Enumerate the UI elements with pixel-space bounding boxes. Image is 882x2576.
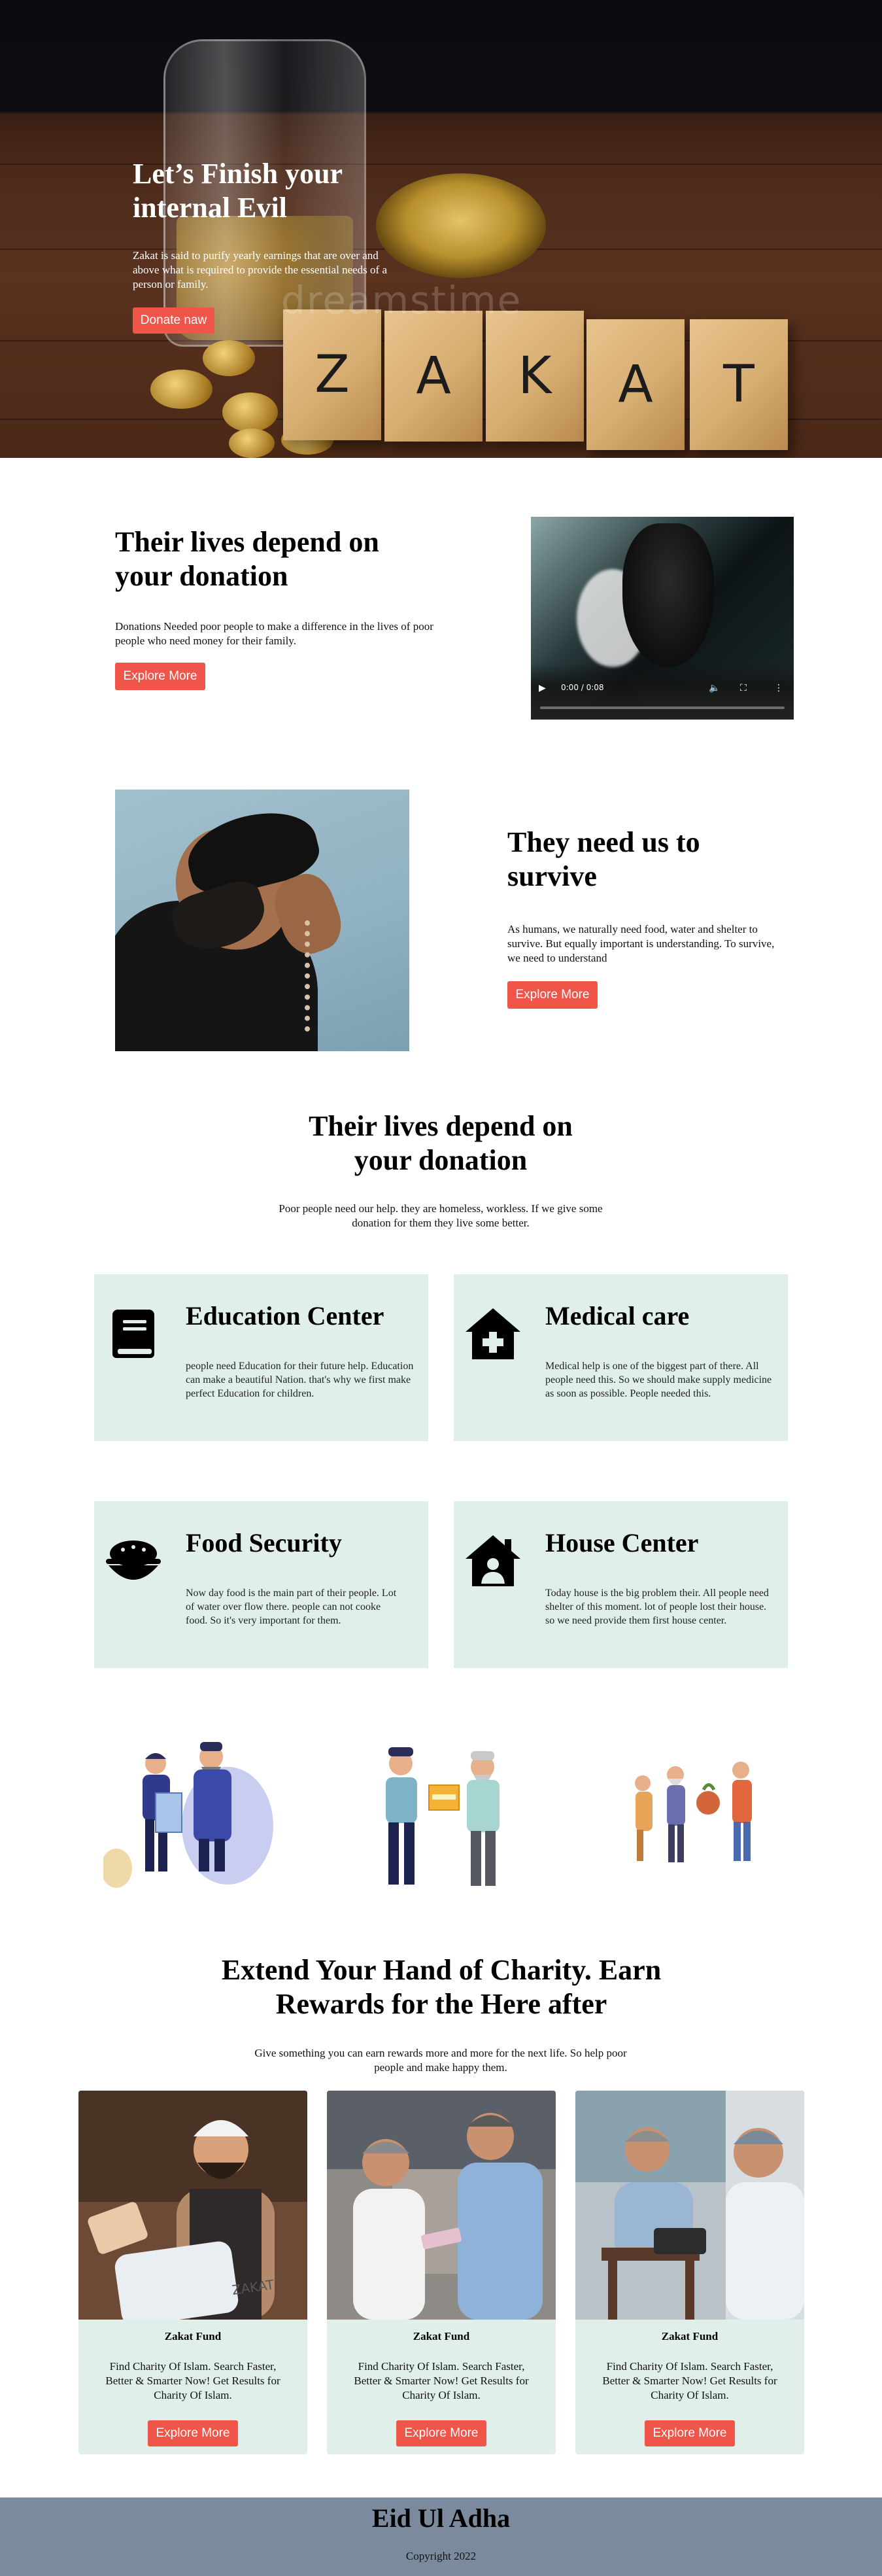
fund-card: ZAKAT Zakat Fund Find Charity Of Islam. …	[78, 2091, 307, 2454]
section-title: Their lives depend on your donation	[309, 1110, 573, 1176]
section-title: Extend Your Hand of Charity. Earn Reward…	[221, 1954, 662, 2020]
section-title: Their lives depend on your donation	[115, 526, 379, 592]
fund-photo	[575, 2091, 804, 2320]
food-bowl-icon	[103, 1534, 163, 1588]
section-title: They need us to survive	[507, 826, 700, 892]
fund-photo	[327, 2091, 556, 2320]
charity-illustration-2	[345, 1728, 536, 1913]
explore-more-button[interactable]: Explore More	[115, 663, 205, 690]
book-icon	[109, 1307, 158, 1361]
fullscreen-icon[interactable]: ⛶	[740, 683, 747, 693]
section-text: Give something you can earn rewards more…	[254, 2047, 627, 2074]
video-player[interactable]: ▶ 0:00 / 0:08 🔈 ⛶ ⋮	[531, 517, 794, 720]
explore-more-button[interactable]: Explore More	[645, 2420, 735, 2446]
video-time: 0:00 / 0:08	[561, 683, 604, 692]
card-title: Medical care	[545, 1301, 690, 1331]
card-title: Education Center	[186, 1301, 384, 1331]
fund-text: Find Charity Of Islam. Search Faster, Be…	[602, 2360, 777, 2401]
video-controls: ▶ 0:00 / 0:08 🔈 ⛶ ⋮	[531, 663, 794, 720]
fund-title: Zakat Fund	[661, 2330, 719, 2342]
wood-block: K	[486, 311, 584, 442]
section-text: Donations Needed poor people to make a d…	[115, 620, 433, 647]
wood-block: A	[384, 311, 483, 442]
jar-lid	[376, 173, 546, 278]
card-title: House Center	[545, 1528, 699, 1558]
card-text: Medical help is one of the biggest part …	[545, 1361, 772, 1399]
explore-more-button[interactable]: Explore More	[507, 981, 598, 1009]
fund-title: Zakat Fund	[413, 2330, 470, 2342]
card-title: Food Security	[186, 1528, 342, 1558]
fund-title: Zakat Fund	[164, 2330, 222, 2342]
house-user-icon	[463, 1534, 523, 1588]
copyright-text: Copyright 2022	[405, 2550, 477, 2562]
fund-card: Zakat Fund Find Charity Of Islam. Search…	[327, 2091, 556, 2454]
explore-more-button[interactable]: Explore More	[396, 2420, 486, 2446]
donate-button[interactable]: Donate naw	[133, 307, 214, 334]
play-icon[interactable]: ▶	[539, 683, 546, 693]
video-progress-track[interactable]	[540, 706, 785, 709]
service-card-food: Food Security Now day food is the main p…	[94, 1501, 428, 1668]
card-text: Today house is the big problem their. Al…	[545, 1588, 769, 1626]
service-card-education: Education Center people need Education f…	[94, 1274, 428, 1441]
hero-title: Let’s Finish your internal Evil	[133, 158, 343, 224]
wood-block: A	[586, 319, 685, 450]
service-card-medical: Medical care Medical help is one of the …	[454, 1274, 788, 1441]
fund-photo: ZAKAT	[78, 2091, 307, 2320]
wood-block: T	[690, 319, 788, 450]
section-text: As humans, we naturally need food, water…	[507, 923, 775, 964]
hero-banner: Z A K A T dreamstime Let’s Finish your i…	[0, 0, 882, 458]
more-options-icon[interactable]: ⋮	[774, 683, 783, 693]
fund-text: Find Charity Of Islam. Search Faster, Be…	[105, 2360, 280, 2401]
charity-illustration-3	[607, 1728, 783, 1891]
wood-block: Z	[283, 309, 381, 440]
footer: Eid Ul Adha Copyright 2022	[0, 2498, 882, 2576]
card-text: Now day food is the main part of their p…	[186, 1588, 397, 1626]
hero-description: Zakat is said to purify yearly earnings …	[133, 249, 387, 290]
section-text: Poor people need our help. they are home…	[279, 1202, 603, 1229]
explore-more-button[interactable]: Explore More	[148, 2420, 238, 2446]
medical-house-icon	[463, 1307, 523, 1361]
charity-illustration-1	[103, 1728, 280, 1891]
card-text: people need Education for their future h…	[186, 1361, 414, 1399]
praying-man-image	[115, 790, 409, 1051]
service-card-house: House Center Today house is the big prob…	[454, 1501, 788, 1668]
footer-title: Eid Ul Adha	[371, 2503, 511, 2533]
fund-card: Zakat Fund Find Charity Of Islam. Search…	[575, 2091, 804, 2454]
fund-text: Find Charity Of Islam. Search Faster, Be…	[354, 2360, 529, 2401]
volume-icon[interactable]: 🔈	[709, 683, 720, 693]
